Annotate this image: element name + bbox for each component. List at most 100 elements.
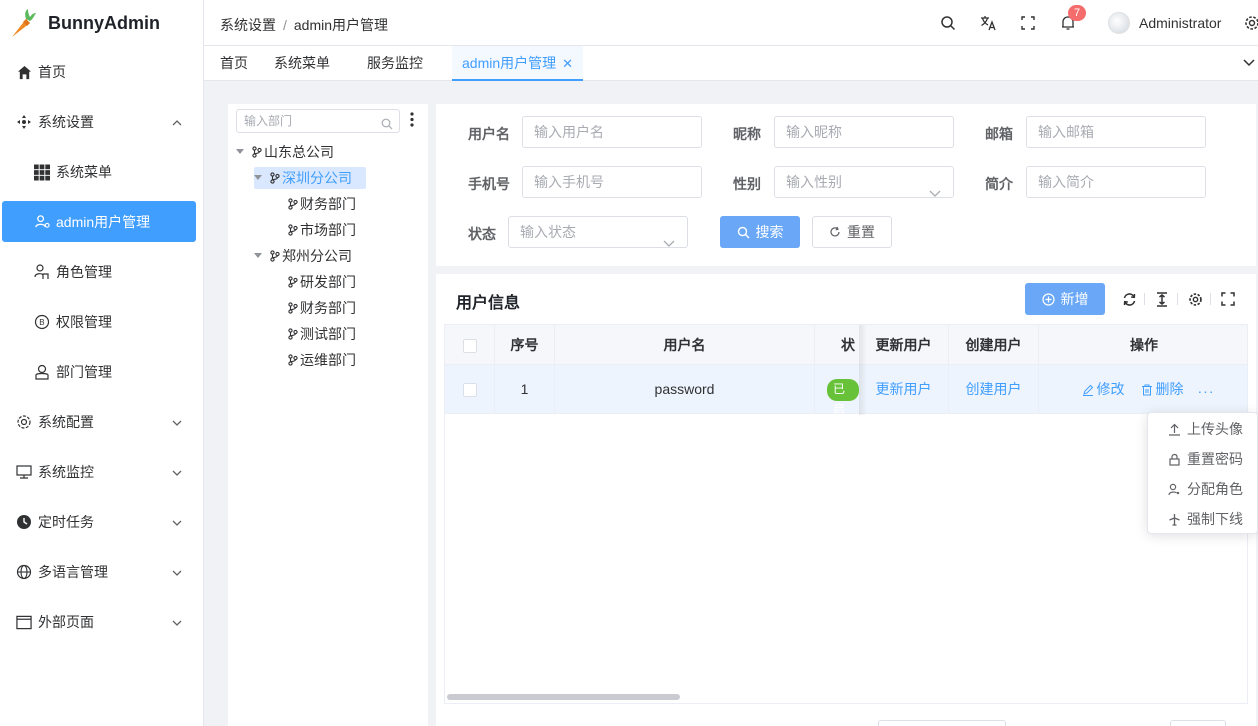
search-button[interactable]: 搜索	[720, 216, 800, 248]
carrot-logo-icon	[12, 9, 36, 37]
more-actions-button[interactable]: ···	[1198, 383, 1215, 399]
tree-node[interactable]: 深圳分公司	[254, 167, 366, 189]
sidebar-item-system-config[interactable]: 系统配置	[0, 397, 204, 447]
search-button-label: 搜索	[755, 224, 784, 240]
svg-text:B: B	[39, 318, 44, 327]
col-header-status: 状态	[815, 325, 859, 365]
email-label: 邮箱	[985, 126, 1013, 142]
search-icon[interactable]	[938, 13, 958, 33]
tree-node[interactable]: 市场部门	[288, 219, 356, 241]
more-actions-dropdown: 上传头像 重置密码 分配角色 强制下线	[1147, 412, 1258, 534]
add-user-button[interactable]: 新增	[1025, 283, 1105, 315]
sidebar-item-scheduled-tasks[interactable]: 定时任务	[0, 497, 204, 547]
placeholder: 输入状态	[520, 224, 576, 240]
sidebar-item-admin-users[interactable]: admin用户管理	[2, 201, 196, 242]
sidebar-item-label: 外部页面	[38, 614, 94, 630]
caret-down-icon[interactable]	[254, 175, 264, 181]
chevron-up-icon	[172, 115, 182, 131]
caret-down-icon[interactable]	[236, 149, 246, 155]
more-vertical-icon[interactable]	[410, 112, 414, 131]
row-checkbox[interactable]	[462, 383, 477, 398]
globe-icon	[16, 564, 32, 580]
select-all-checkbox-cell	[445, 325, 495, 365]
sidebar-item-home[interactable]: 首页	[0, 47, 204, 97]
density-icon[interactable]	[1154, 291, 1170, 307]
pagination-size-select[interactable]	[878, 720, 1006, 726]
pagination-jumper[interactable]	[1170, 720, 1226, 726]
chevron-down-icon	[663, 228, 675, 258]
sidebar-item-system-settings[interactable]: 系统设置	[0, 97, 204, 147]
settings-gear-icon[interactable]	[1242, 13, 1258, 33]
update-user-link[interactable]: 更新用户	[876, 381, 932, 397]
edit-icon	[1082, 384, 1093, 396]
sidebar-item-system-menu[interactable]: 系统菜单	[0, 147, 204, 197]
tab-admin-users[interactable]: admin用户管理 ✕	[452, 46, 584, 81]
gender-label: 性别	[733, 176, 761, 192]
caret-down-icon[interactable]	[254, 253, 264, 259]
tree-node[interactable]: 运维部门	[288, 349, 356, 371]
tree-node[interactable]: 财务部门	[288, 297, 356, 319]
fullscreen-icon[interactable]	[1220, 291, 1236, 307]
placeholder: 输入手机号	[534, 174, 604, 190]
translate-icon[interactable]	[978, 13, 998, 33]
sidebar-item-roles[interactable]: 角色管理	[0, 247, 204, 297]
cell-create-user: 创建用户	[949, 365, 1039, 414]
assign-role-item[interactable]: 分配角色	[1148, 474, 1258, 504]
trash-icon	[1141, 384, 1152, 395]
tree-node[interactable]: 测试部门	[288, 323, 356, 345]
force-logout-item[interactable]: 强制下线	[1148, 504, 1258, 534]
bio-input[interactable]: 输入简介	[1026, 166, 1206, 198]
tab-bar: 首页 系统菜单 服务监控 admin用户管理 ✕	[204, 46, 1258, 81]
tree-node[interactable]: 山东总公司	[236, 141, 334, 163]
status-select[interactable]: 输入状态	[508, 216, 688, 248]
sidebar-item-departments[interactable]: 部门管理	[0, 347, 204, 397]
monitor-icon	[16, 464, 32, 480]
fullscreen-icon[interactable]	[1018, 13, 1038, 33]
tab-system-menu[interactable]: 系统菜单	[274, 46, 330, 81]
breadcrumb-item[interactable]: 系统设置	[220, 17, 276, 33]
tree-node-label: 财务部门	[300, 300, 356, 316]
dept-search-input[interactable]: 输入部门	[236, 109, 400, 133]
sidebar-item-system-monitor[interactable]: 系统监控	[0, 447, 204, 497]
avatar[interactable]	[1108, 12, 1130, 34]
close-icon[interactable]: ✕	[562, 56, 573, 71]
reset-button[interactable]: 重置	[812, 216, 892, 248]
chevron-down-icon	[172, 465, 182, 481]
tree-node[interactable]: 研发部门	[288, 271, 356, 293]
branch-icon	[288, 224, 298, 236]
gender-select[interactable]: 输入性别	[774, 166, 954, 198]
breadcrumb-item-current: admin用户管理	[293, 17, 389, 33]
username[interactable]: Administrator	[1139, 15, 1221, 31]
delete-button[interactable]: 删除	[1141, 365, 1184, 414]
logo[interactable]: BunnyAdmin	[0, 0, 203, 46]
tree-node-label: 深圳分公司	[282, 170, 352, 186]
sidebar-item-i18n[interactable]: 多语言管理	[0, 547, 204, 597]
tab-home[interactable]: 首页	[220, 46, 248, 81]
sidebar-item-permissions[interactable]: B 权限管理	[0, 297, 204, 347]
select-all-checkbox[interactable]	[462, 339, 477, 354]
horizontal-scrollbar[interactable]	[447, 694, 680, 700]
sidebar-item-external-pages[interactable]: 外部页面	[0, 597, 204, 647]
create-user-link[interactable]: 创建用户	[966, 381, 1022, 397]
reset-password-item[interactable]: 重置密码	[1148, 444, 1258, 474]
upload-avatar-item[interactable]: 上传头像	[1148, 414, 1258, 444]
user-badge-icon	[34, 364, 50, 380]
user-table-panel: 用户信息 新增 序号 用户名 状态 更新用户 创建用户 操作 1 passwor…	[436, 274, 1256, 726]
tab-service-monitor[interactable]: 服务监控	[367, 46, 423, 81]
nickname-input[interactable]: 输入昵称	[774, 116, 954, 148]
email-input[interactable]: 输入邮箱	[1026, 116, 1206, 148]
column-settings-icon[interactable]	[1187, 291, 1203, 307]
sidebar-item-label: 权限管理	[56, 314, 112, 330]
phone-input[interactable]: 输入手机号	[522, 166, 702, 198]
sidebar-item-label: 定时任务	[38, 514, 94, 530]
tree-node[interactable]: 财务部门	[288, 193, 356, 215]
username-input[interactable]: 输入用户名	[522, 116, 702, 148]
sidebar-item-label: 多语言管理	[38, 564, 108, 580]
window-icon	[16, 614, 32, 630]
edit-label: 修改	[1096, 381, 1125, 397]
refresh-icon[interactable]	[1121, 291, 1137, 307]
edit-button[interactable]: 修改	[1082, 365, 1125, 414]
tree-node[interactable]: 郑州分公司	[254, 245, 352, 267]
chevron-down-icon[interactable]	[1242, 55, 1256, 72]
search-icon	[381, 115, 393, 137]
